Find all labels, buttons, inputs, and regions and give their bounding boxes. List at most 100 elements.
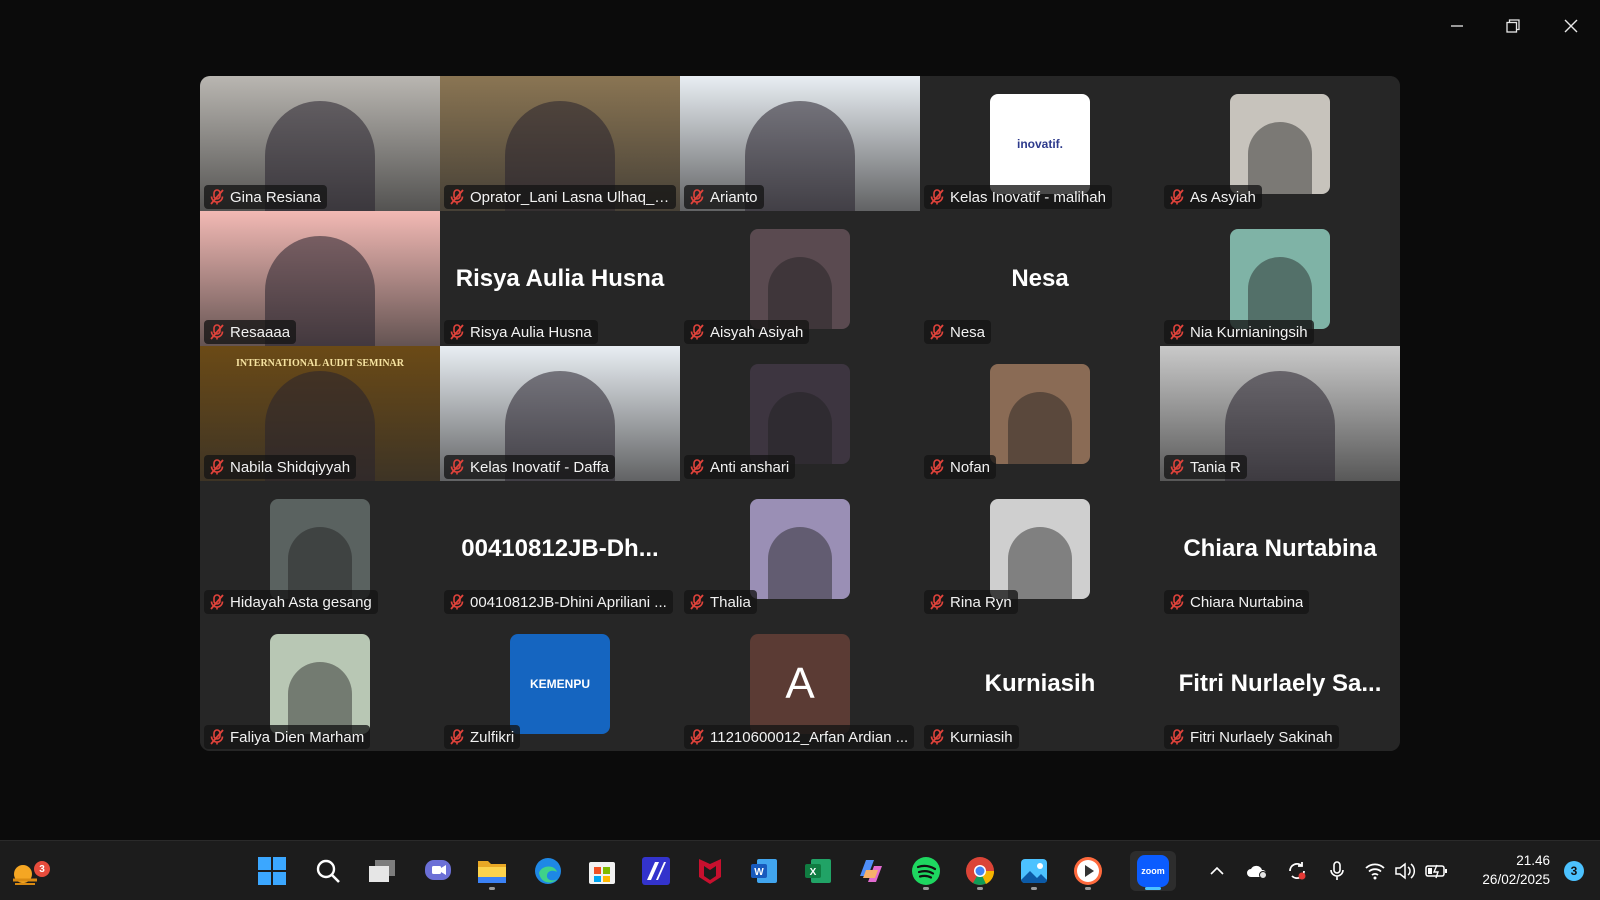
- start-button[interactable]: [252, 851, 292, 891]
- participant-avatar: [1230, 228, 1330, 329]
- photos-button[interactable]: [1014, 851, 1054, 891]
- excel-icon: X: [805, 859, 831, 883]
- person-silhouette: [1248, 121, 1312, 194]
- excel-button[interactable]: X: [798, 851, 838, 891]
- svg-text:X: X: [810, 867, 817, 878]
- mic-muted-icon: [1170, 594, 1184, 610]
- participant-name: Tania R: [1190, 458, 1241, 476]
- participant-name-label: 11210600012_Arfan Ardian ...: [684, 725, 915, 749]
- media-player-icon: [1074, 857, 1102, 885]
- participant-tile[interactable]: Nofan: [920, 346, 1160, 481]
- restore-icon: [1506, 19, 1520, 33]
- wifi-tray[interactable]: [1362, 855, 1388, 887]
- participant-name-label: Nia Kurnianingsih: [1164, 320, 1314, 344]
- participant-tile[interactable]: Aisyah Asiyah: [680, 211, 920, 346]
- clock-date: 26/02/2025: [1482, 872, 1550, 887]
- edge-icon: [535, 858, 561, 884]
- task-view-icon: [369, 860, 395, 882]
- participant-name: Aisyah Asiyah: [710, 323, 804, 341]
- zoom-button[interactable]: zoom: [1130, 851, 1176, 891]
- participant-tile[interactable]: Gina Resiana: [200, 76, 440, 211]
- spotify-button[interactable]: [906, 851, 946, 891]
- sync-tray[interactable]: [1284, 855, 1310, 887]
- mic-muted-icon: [210, 594, 224, 610]
- participant-tile[interactable]: Rina Ryn: [920, 481, 1160, 616]
- participant-name: Kelas Inovatif - malihah: [950, 188, 1106, 206]
- task-view-button[interactable]: [362, 851, 402, 891]
- restore-button[interactable]: [1490, 10, 1536, 42]
- participant-tile[interactable]: Risya Aulia Husna Risya Aulia Husna: [440, 211, 680, 346]
- participant-name-label: Nesa: [924, 320, 992, 344]
- clock[interactable]: 21.46 26/02/2025: [1482, 851, 1550, 889]
- shortcut-app-button[interactable]: [636, 851, 676, 891]
- participant-display-name: Nesa: [1011, 264, 1069, 292]
- participant-tile[interactable]: Fitri Nurlaely Sa... Fitri Nurlaely Sakin…: [1160, 616, 1400, 751]
- show-hidden-icons-button[interactable]: [1204, 855, 1230, 887]
- participant-name-label: Risya Aulia Husna: [444, 320, 598, 344]
- participant-name: Faliya Dien Marham: [230, 728, 365, 746]
- participant-avatar: [990, 498, 1090, 599]
- participant-tile[interactable]: Oprator_Lani Lasna Ulhaq_Himi...: [440, 76, 680, 211]
- participant-name-label: Tania R: [1164, 455, 1247, 479]
- participant-name: Risya Aulia Husna: [470, 323, 592, 341]
- participant-tile[interactable]: INTERNATIONAL AUDIT SEMINAR Nabila Shidqi…: [200, 346, 440, 481]
- participant-avatar: KEMENPU: [510, 633, 610, 734]
- clock-time: 21.46: [1516, 853, 1550, 868]
- mic-muted-icon: [690, 324, 704, 340]
- participant-tile[interactable]: Faliya Dien Marham: [200, 616, 440, 751]
- participant-tile[interactable]: Resaaaa: [200, 211, 440, 346]
- sync-icon: [1289, 862, 1306, 880]
- mcafee-button[interactable]: [690, 851, 730, 891]
- m365-button[interactable]: [852, 851, 892, 891]
- media-player-button[interactable]: [1068, 851, 1108, 891]
- weather-widget[interactable]: 3: [6, 851, 50, 891]
- participant-display-name: Risya Aulia Husna: [455, 264, 665, 292]
- word-button[interactable]: W: [744, 851, 784, 891]
- search-button[interactable]: [308, 851, 348, 891]
- minimize-icon: [1451, 25, 1463, 27]
- mic-muted-icon: [1170, 729, 1184, 745]
- participant-tile[interactable]: Nesa Nesa: [920, 211, 1160, 346]
- participant-tile[interactable]: KEMENPU Zulfikri: [440, 616, 680, 751]
- store-icon: [589, 862, 615, 884]
- notification-badge[interactable]: 3: [1564, 861, 1584, 881]
- participant-avatar: [750, 498, 850, 599]
- volume-tray[interactable]: [1392, 855, 1418, 887]
- file-explorer-button[interactable]: [472, 851, 512, 891]
- person-silhouette: [768, 391, 832, 464]
- participant-name-label: Nofan: [924, 455, 997, 479]
- participant-tile[interactable]: A 11210600012_Arfan Ardian ...: [680, 616, 920, 751]
- participant-tile[interactable]: Chiara Nurtabina Chiara Nurtabina: [1160, 481, 1400, 616]
- participant-tile[interactable]: Arianto: [680, 76, 920, 211]
- microphone-tray[interactable]: [1324, 855, 1350, 887]
- chrome-button[interactable]: [960, 851, 1000, 891]
- close-button[interactable]: [1548, 10, 1594, 42]
- participant-name: Chiara Nurtabina: [1190, 593, 1304, 611]
- participant-name-label: Chiara Nurtabina: [1164, 590, 1310, 614]
- participant-tile[interactable]: inovatif. Kelas Inovatif - malihah: [920, 76, 1160, 211]
- mic-muted-icon: [690, 729, 704, 745]
- onedrive-tray[interactable]: [1244, 855, 1270, 887]
- participant-name: 00410812JB-Dhini Apriliani ...: [470, 593, 667, 611]
- participant-tile[interactable]: Nia Kurnianingsih: [1160, 211, 1400, 346]
- mic-muted-icon: [450, 594, 464, 610]
- participant-tile[interactable]: As Asyiah: [1160, 76, 1400, 211]
- minimize-button[interactable]: [1434, 10, 1480, 42]
- participant-tile[interactable]: Thalia: [680, 481, 920, 616]
- participant-name-label: 00410812JB-Dhini Apriliani ...: [444, 590, 673, 614]
- participant-tile[interactable]: 00410812JB-Dh... 00410812JB-Dhini Aprilia…: [440, 481, 680, 616]
- volume-icon: [1395, 862, 1416, 880]
- spotify-icon: [912, 857, 940, 885]
- store-button[interactable]: [582, 851, 622, 891]
- running-indicator: [1031, 887, 1037, 890]
- participant-tile[interactable]: Hidayah Asta gesang: [200, 481, 440, 616]
- running-indicator: [1085, 887, 1091, 890]
- participant-tile[interactable]: Anti anshari: [680, 346, 920, 481]
- participant-tile[interactable]: Tania R: [1160, 346, 1400, 481]
- chat-button[interactable]: [418, 851, 458, 891]
- battery-tray[interactable]: [1424, 855, 1450, 887]
- participant-name: Nia Kurnianingsih: [1190, 323, 1308, 341]
- edge-button[interactable]: [528, 851, 568, 891]
- participant-tile[interactable]: Kurniasih Kurniasih: [920, 616, 1160, 751]
- participant-tile[interactable]: Kelas Inovatif - Daffa: [440, 346, 680, 481]
